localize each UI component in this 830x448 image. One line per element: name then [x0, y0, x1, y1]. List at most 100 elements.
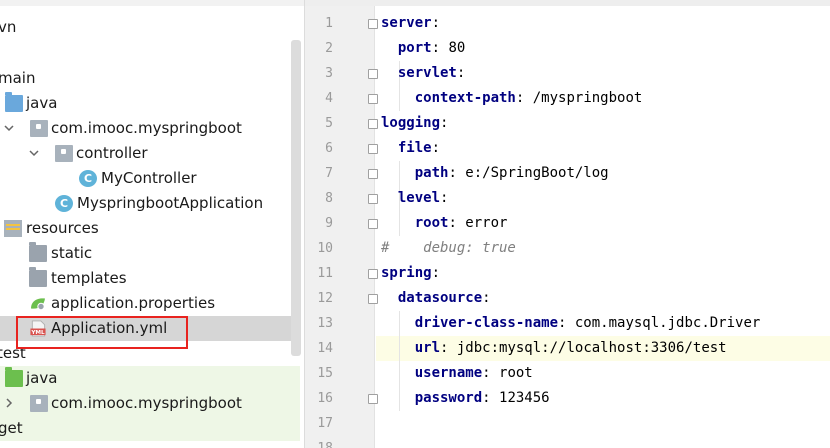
panel-header-strip — [0, 0, 304, 6]
line-number: 3 — [325, 66, 333, 81]
source-folder-icon — [5, 92, 23, 112]
package-icon — [30, 120, 48, 137]
line-number: 9 — [325, 216, 333, 231]
tree-row-static[interactable]: static — [0, 241, 300, 266]
java-class-icon: C — [79, 170, 97, 187]
tree-row-application-yml[interactable]: YML Application.yml — [0, 316, 300, 341]
yaml-colon: : — [448, 215, 457, 231]
code-line[interactable]: servlet: — [381, 61, 465, 86]
fold-end-icon[interactable] — [368, 169, 378, 179]
code-line[interactable]: username: root — [381, 361, 533, 386]
chevron-right-icon[interactable] — [3, 397, 15, 409]
tree-scrollbar[interactable] — [291, 40, 301, 356]
fold-open-icon[interactable] — [368, 19, 378, 29]
tree-item-label: Application.yml — [51, 319, 168, 337]
code-line[interactable]: datasource: — [381, 286, 491, 311]
code-editor[interactable]: 1 server: 2 port: 80 3 servlet: 4 context-pa… — [305, 0, 830, 448]
tree-row-java[interactable]: java — [0, 91, 300, 116]
tree-row-myspringbootapplication[interactable]: C MyspringbootApplication — [0, 191, 300, 216]
code-line[interactable]: path: e:/SpringBoot/log — [381, 161, 609, 186]
line-number: 8 — [325, 191, 333, 206]
code-line[interactable]: root: error — [381, 211, 508, 236]
yaml-value: com.maysql.jdbc.Driver — [566, 315, 761, 331]
yaml-colon: : — [482, 365, 491, 381]
yml-file-icon: YML — [30, 320, 46, 337]
yaml-colon: : — [440, 115, 449, 131]
test-source-folder-icon — [5, 367, 23, 387]
tree-row-main[interactable]: main — [0, 66, 300, 91]
tree-row-test-java[interactable]: java — [0, 366, 300, 391]
tree-row-target[interactable]: get — [0, 416, 300, 441]
code-line[interactable]: port: 80 — [381, 36, 465, 61]
tree-row-controller[interactable]: controller — [0, 141, 300, 166]
folder-icon — [29, 267, 47, 287]
yaml-key: root — [414, 215, 449, 231]
yaml-value: error — [456, 215, 508, 231]
code-line[interactable]: # debug: true — [381, 236, 516, 261]
resources-folder-icon — [4, 220, 22, 237]
line-number: 15 — [317, 366, 333, 381]
line-number: 13 — [317, 316, 333, 331]
tree-row-mycontroller[interactable]: C MyController — [0, 166, 300, 191]
yaml-key: server — [381, 15, 432, 31]
line-number: 6 — [325, 141, 333, 156]
code-line[interactable]: level: — [381, 186, 449, 211]
tree-item-label: controller — [76, 144, 148, 162]
tree-row-resources[interactable]: resources — [0, 216, 300, 241]
tree-item-label: MyController — [101, 169, 197, 187]
yaml-comment: # debug: true — [381, 240, 516, 256]
yaml-key: servlet — [397, 65, 457, 81]
fold-open-icon[interactable] — [368, 269, 378, 279]
code-line[interactable]: password: 123456 — [381, 386, 550, 411]
package-icon — [55, 145, 73, 162]
yml-badge-text: YML — [30, 330, 45, 336]
project-tree-panel: vn main java com.imooc.myspringboot cont… — [0, 0, 305, 448]
fold-open-icon[interactable] — [368, 69, 378, 79]
tree-row-vn[interactable]: vn — [0, 15, 300, 40]
yaml-key: spring — [381, 265, 432, 281]
fold-end-icon[interactable] — [368, 394, 378, 404]
code-line[interactable]: logging: — [381, 111, 448, 136]
yaml-key: username — [414, 365, 483, 381]
code-line[interactable]: context-path: /myspringboot — [381, 86, 643, 111]
tree-row-templates[interactable]: templates — [0, 266, 300, 291]
tree-item-label: java — [26, 94, 58, 112]
yaml-key: url — [414, 340, 441, 356]
yaml-colon: : — [431, 40, 441, 56]
line-number: 12 — [317, 291, 333, 306]
tree-row-package-myspringboot[interactable]: com.imooc.myspringboot — [0, 116, 300, 141]
tree-row-test[interactable]: test — [0, 341, 300, 366]
spring-boot-class-icon: C — [55, 195, 73, 212]
code-line[interactable]: spring: — [381, 261, 440, 286]
yaml-value: e:/SpringBoot/log — [456, 165, 609, 181]
fold-end-icon[interactable] — [368, 219, 378, 229]
code-line[interactable]: file: — [381, 136, 440, 161]
chevron-down-icon[interactable] — [28, 147, 40, 159]
line-number: 17 — [317, 416, 333, 431]
fold-open-icon[interactable] — [368, 119, 378, 129]
yaml-colon: : — [431, 140, 441, 156]
yaml-key: level — [397, 190, 441, 206]
code-line[interactable]: driver-class-name: com.maysql.jdbc.Drive… — [381, 311, 761, 336]
fold-open-icon[interactable] — [368, 194, 378, 204]
fold-end-icon[interactable] — [368, 94, 378, 104]
tree-item-label: test — [0, 344, 26, 362]
chevron-down-icon[interactable] — [3, 122, 15, 134]
fold-open-icon[interactable] — [368, 144, 378, 154]
fold-open-icon[interactable] — [368, 294, 378, 304]
yaml-colon: : — [440, 190, 449, 206]
tree-row-application-properties[interactable]: application.properties — [0, 291, 300, 316]
code-line[interactable]: server: — [381, 11, 440, 36]
code-line[interactable]: url: jdbc:mysql://localhost:3306/test — [381, 336, 727, 361]
tree-item-label: com.imooc.myspringboot — [51, 394, 242, 412]
tree-row-test-package[interactable]: com.imooc.myspringboot — [0, 391, 300, 416]
